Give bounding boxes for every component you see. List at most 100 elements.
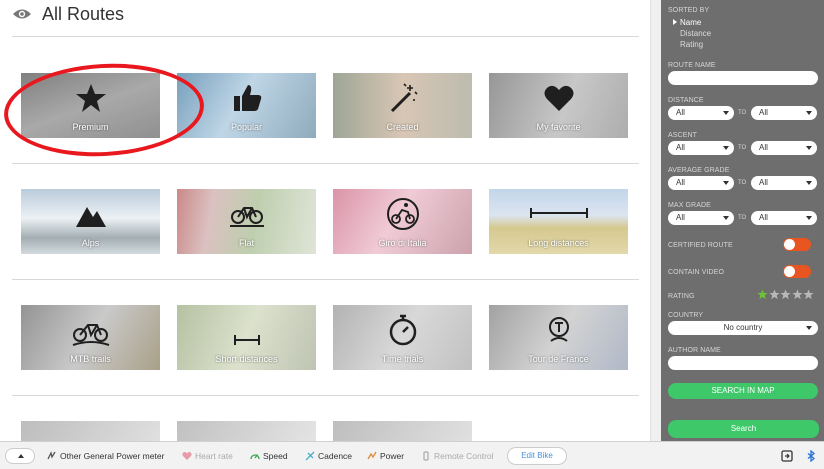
distance-min-select[interactable]: All — [668, 106, 734, 120]
average-grade-max-select[interactable]: All — [751, 176, 817, 190]
bluetooth-icon[interactable] — [805, 450, 817, 462]
sorted-by-label: SORTED BY — [668, 7, 710, 14]
speed-sensor[interactable]: Speed — [250, 451, 288, 461]
route-name-input[interactable] — [668, 71, 818, 85]
tile-label: Short distances — [215, 354, 278, 364]
mountain-bike-icon — [72, 324, 109, 346]
max-grade-min-select[interactable]: All — [668, 211, 734, 225]
country-select[interactable]: No country — [668, 321, 818, 335]
chevron-down-icon — [806, 216, 812, 220]
page-title: All Routes — [42, 3, 125, 24]
tile-time-trials[interactable]: Time trials — [333, 305, 472, 370]
tile-my-favorite[interactable]: My favorite — [489, 73, 628, 138]
search-in-map-button[interactable]: SEARCH IN MAP — [668, 383, 818, 399]
heart-icon — [182, 452, 192, 460]
page-header: All Routes — [12, 2, 124, 26]
star-icon[interactable] — [791, 289, 803, 300]
tile-label: Time trials — [381, 354, 424, 364]
chevron-down-icon — [806, 146, 812, 150]
author-name-input[interactable] — [668, 356, 818, 370]
ascent-min-select[interactable]: All — [668, 141, 734, 155]
divider — [12, 395, 639, 396]
sort-option-distance[interactable]: Distance — [680, 29, 711, 38]
cadence-icon — [305, 451, 315, 461]
tile-short-distances[interactable]: Short distances — [177, 305, 316, 370]
power-sensor[interactable]: Power — [367, 451, 404, 461]
routes-main-panel: All Routes Premium Popular Created My fa… — [0, 0, 650, 441]
thumbs-up-icon — [233, 85, 261, 111]
chevron-down-icon — [806, 326, 812, 330]
screen-share-icon[interactable] — [781, 450, 793, 462]
edit-bike-button[interactable]: Edit Bike — [507, 447, 567, 465]
distance-short-icon — [233, 335, 260, 345]
chevron-down-icon — [723, 146, 729, 150]
tile-label: Created — [386, 122, 419, 132]
chevron-down-icon — [723, 216, 729, 220]
cadence-sensor[interactable]: Cadence — [305, 451, 352, 461]
sort-selected-arrow-icon — [673, 19, 677, 25]
star-icon[interactable] — [757, 289, 768, 300]
author-name-label: AUTHOR NAME — [668, 347, 721, 354]
sort-option-name[interactable]: Name — [680, 18, 701, 27]
ascent-max-select[interactable]: All — [751, 141, 817, 155]
heart-rate-sensor[interactable]: Heart rate — [182, 451, 233, 461]
power-meter-sensor[interactable]: Other General Power meter — [47, 451, 164, 461]
sort-option-rating[interactable]: Rating — [680, 40, 703, 49]
chevron-down-icon — [806, 111, 812, 115]
certified-route-toggle[interactable] — [783, 238, 811, 251]
sensor-status-bar: Other General Power meter Heart rate Spe… — [0, 441, 824, 469]
tile-label: Long distances — [528, 238, 589, 248]
ascent-label: ASCENT — [668, 132, 697, 139]
chevron-up-icon — [18, 454, 24, 458]
route-name-label: ROUTE NAME — [668, 62, 716, 69]
tile-created[interactable]: Created — [333, 73, 472, 138]
tile-label: Popular — [230, 122, 263, 132]
search-button[interactable]: Search — [668, 420, 819, 438]
average-grade-min-select[interactable]: All — [668, 176, 734, 190]
app-window: All Routes Premium Popular Created My fa… — [0, 0, 824, 469]
tile-tour-de-france[interactable]: Tour de France — [489, 305, 628, 370]
ascent-to-label: TO — [738, 145, 747, 151]
average-grade-label: AVERAGE GRADE — [668, 167, 730, 174]
tile-partial[interactable] — [21, 421, 160, 441]
filter-sidebar: SORTED BY Name Distance Rating ROUTE NAM… — [661, 0, 824, 441]
remote-control-icon — [423, 451, 429, 461]
contain-video-label: CONTAIN VIDEO — [668, 269, 725, 276]
tile-label: Alps — [81, 238, 100, 248]
power-icon — [367, 451, 377, 460]
tile-label: My favorite — [536, 122, 581, 132]
divider — [12, 36, 639, 37]
distance-max-select[interactable]: All — [751, 106, 817, 120]
speedometer-icon — [250, 454, 260, 460]
max-grade-max-select[interactable]: All — [751, 211, 817, 225]
country-label: COUNTRY — [668, 312, 704, 319]
eye-icon — [13, 9, 31, 19]
average-grade-to-label: TO — [738, 180, 747, 186]
rating-label: RATING — [668, 293, 695, 300]
chevron-down-icon — [723, 181, 729, 185]
contain-video-toggle[interactable] — [783, 265, 811, 278]
expand-up-button[interactable] — [5, 448, 35, 464]
tile-label: Flat — [238, 238, 254, 248]
remote-control-sensor[interactable]: Remote Control — [421, 451, 494, 461]
stopwatch-icon — [389, 314, 416, 346]
tile-flat[interactable]: Flat — [177, 189, 316, 254]
tile-label: Giro di Italia — [378, 238, 427, 248]
magic-wand-icon — [390, 83, 418, 113]
tile-long-distances[interactable]: Long distances — [489, 189, 628, 254]
tile-giro-di-italia[interactable]: Giro di Italia — [333, 189, 472, 254]
star-icon[interactable] — [803, 289, 814, 300]
tile-partial[interactable] — [333, 421, 472, 441]
tile-partial[interactable] — [177, 421, 316, 441]
mountain-icon — [75, 207, 106, 227]
star-icon[interactable] — [780, 289, 791, 300]
max-grade-to-label: TO — [738, 215, 747, 221]
certified-route-label: CERTIFIED ROUTE — [668, 242, 733, 249]
power-meter-icon — [47, 451, 56, 460]
tile-alps[interactable]: Alps — [21, 189, 160, 254]
star-icon[interactable] — [768, 289, 780, 300]
distance-label: DISTANCE — [668, 97, 704, 104]
rating-stars[interactable] — [757, 289, 815, 300]
scrollbar[interactable] — [650, 0, 661, 441]
tile-mtb-trails[interactable]: MTB trails — [21, 305, 160, 370]
